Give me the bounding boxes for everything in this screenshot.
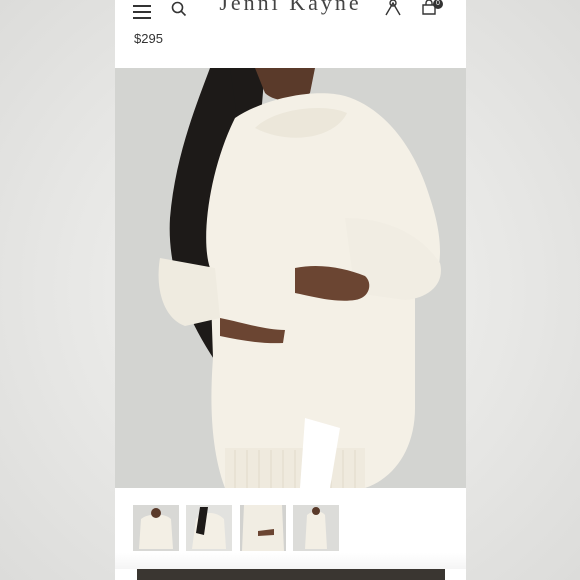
thumbnail-4[interactable] <box>293 505 339 551</box>
divider <box>115 553 466 569</box>
add-to-bag-button[interactable] <box>137 569 445 580</box>
model-in-sweater-illustration <box>115 68 466 488</box>
account-icon[interactable] <box>385 0 401 16</box>
thumbnail-3[interactable] <box>240 505 286 551</box>
thumbnail-1[interactable] <box>133 505 179 551</box>
product-page: Jenni Kayne 0 $295 <box>115 0 466 580</box>
site-header: Jenni Kayne 0 <box>115 0 466 24</box>
product-price: $295 <box>134 31 163 46</box>
brand-logo[interactable]: Jenni Kayne <box>115 0 466 16</box>
product-main-image[interactable] <box>115 68 466 488</box>
thumbnail-2[interactable] <box>186 505 232 551</box>
